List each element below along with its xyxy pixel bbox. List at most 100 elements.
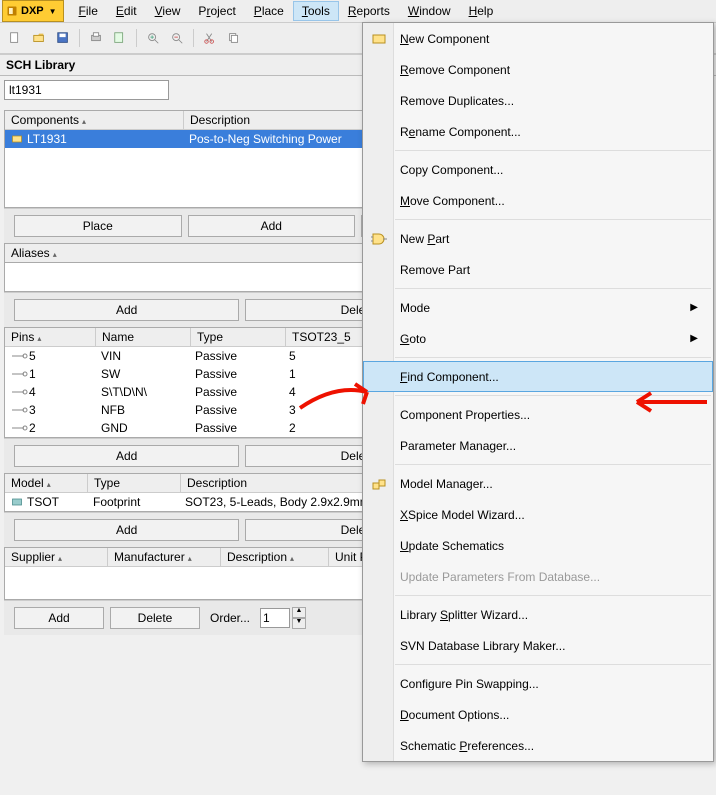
dxp-badge[interactable]: DXP ▼ — [2, 0, 64, 22]
menu-item-copy-component[interactable]: Copy Component... — [363, 154, 713, 185]
menu-item-move-component[interactable]: Move Component... — [363, 185, 713, 216]
pin-name: S\T\D\N\ — [95, 384, 189, 400]
menu-item-label: Goto — [400, 332, 426, 346]
menu-item-update-parameters-from-database: Update Parameters From Database... — [363, 561, 713, 592]
menu-item-label: Mode — [400, 301, 430, 315]
menu-item-rename-component[interactable]: Rename Component... — [363, 116, 713, 147]
menu-reports[interactable]: Reports — [339, 1, 399, 21]
pin-name: GND — [95, 420, 189, 436]
menu-item-label: Configure Pin Swapping... — [400, 677, 539, 691]
submenu-arrow-icon: ▶ — [690, 302, 698, 313]
menu-place[interactable]: Place — [245, 1, 293, 21]
pin-type: Passive — [189, 402, 283, 418]
menu-item-xspice-model-wizard[interactable]: XSpice Model Wizard... — [363, 499, 713, 530]
pin-num: 3 — [29, 403, 36, 417]
gate-icon — [370, 230, 388, 248]
menu-item-configure-pin-swapping[interactable]: Configure Pin Swapping... — [363, 668, 713, 699]
zoom-in-button[interactable] — [142, 27, 164, 49]
menu-item-remove-component[interactable]: Remove Component — [363, 54, 713, 85]
component-icon — [11, 133, 23, 145]
new-doc-button[interactable] — [4, 27, 26, 49]
col-mfr[interactable]: Manufacturer▴ — [108, 548, 221, 566]
app-window: DXP ▼ File Edit View Project Place Tools… — [0, 0, 716, 795]
sort-asc-icon: ▴ — [47, 480, 51, 489]
order-qty-input[interactable] — [260, 608, 290, 628]
menu-separator — [395, 288, 711, 289]
menu-item-update-schematics[interactable]: Update Schematics — [363, 530, 713, 561]
dxp-icon — [6, 5, 18, 17]
model-type: Footprint — [87, 494, 179, 510]
search-input[interactable] — [4, 80, 169, 100]
save-button[interactable] — [52, 27, 74, 49]
delete-button[interactable]: Delete — [110, 607, 200, 629]
pin-num: 4 — [29, 385, 36, 399]
spinner-down-icon[interactable]: ▼ — [292, 618, 306, 629]
menu-item-label: Component Properties... — [400, 408, 530, 422]
pin-icon — [11, 352, 29, 360]
menu-item-label: Find Component... — [400, 370, 499, 384]
menu-project[interactable]: Project — [189, 1, 244, 21]
col-model[interactable]: Model▴ — [5, 474, 88, 492]
menu-view[interactable]: View — [146, 1, 190, 21]
menu-separator — [395, 595, 711, 596]
menu-item-new-part[interactable]: New Part — [363, 223, 713, 254]
col-type[interactable]: Type — [88, 474, 181, 492]
menu-tools[interactable]: Tools — [293, 1, 339, 21]
preview-button[interactable] — [109, 27, 131, 49]
print-button[interactable] — [85, 27, 107, 49]
menu-item-label: Remove Part — [400, 263, 470, 277]
pin-num: 1 — [29, 367, 36, 381]
cut-button[interactable] — [199, 27, 221, 49]
dxp-label: DXP — [21, 5, 44, 17]
menu-separator — [395, 219, 711, 220]
zoom-out-button[interactable] — [166, 27, 188, 49]
menu-edit[interactable]: Edit — [107, 1, 146, 21]
pin-icon — [11, 424, 29, 432]
pin-type: Passive — [189, 420, 283, 436]
add-button[interactable]: Add — [14, 445, 239, 467]
menu-item-parameter-manager[interactable]: Parameter Manager... — [363, 430, 713, 461]
col-type[interactable]: Type — [191, 328, 286, 346]
menu-help[interactable]: Help — [460, 1, 503, 21]
menu-item-label: Model Manager... — [400, 477, 493, 491]
menu-item-new-component[interactable]: New Component — [363, 23, 713, 54]
add-button[interactable]: Add — [14, 299, 239, 321]
copy-button[interactable] — [223, 27, 245, 49]
menu-item-label: SVN Database Library Maker... — [400, 639, 565, 653]
menu-item-mode[interactable]: Mode ▶ — [363, 292, 713, 323]
open-button[interactable] — [28, 27, 50, 49]
col-supplier[interactable]: Supplier▴ — [5, 548, 108, 566]
menu-item-remove-duplicates[interactable]: Remove Duplicates... — [363, 85, 713, 116]
col-component-name[interactable]: Components▴ — [5, 111, 184, 129]
separator — [193, 29, 194, 47]
spinner-up-icon[interactable]: ▲ — [292, 607, 306, 618]
col-pins[interactable]: Pins▴ — [5, 328, 96, 346]
order-qty-spinner[interactable]: ▲ ▼ — [260, 607, 306, 629]
place-button[interactable]: Place — [14, 215, 182, 237]
menu-file[interactable]: File — [70, 1, 107, 21]
add-button[interactable]: Add — [188, 215, 356, 237]
col-name[interactable]: Name — [96, 328, 191, 346]
menu-item-library-splitter-wizard[interactable]: Library Splitter Wizard... — [363, 599, 713, 630]
menu-item-document-options[interactable]: Document Options... — [363, 699, 713, 730]
model-name: TSOT — [27, 495, 59, 509]
menu-item-label: Remove Duplicates... — [400, 94, 514, 108]
menu-item-label: New Component — [400, 32, 489, 46]
menu-item-model-manager[interactable]: Model Manager... — [363, 468, 713, 499]
add-button[interactable]: Add — [14, 607, 104, 629]
menu-window[interactable]: Window — [399, 1, 460, 21]
menu-item-label: Update Parameters From Database... — [400, 570, 600, 584]
col-desc[interactable]: Description▴ — [221, 548, 329, 566]
menu-item-label: Rename Component... — [400, 125, 521, 139]
menu-item-svn-database-library-maker[interactable]: SVN Database Library Maker... — [363, 630, 713, 661]
annotation-arrow-left — [295, 380, 385, 423]
sort-asc-icon: ▴ — [37, 334, 41, 343]
menu-item-remove-part[interactable]: Remove Part — [363, 254, 713, 285]
menubar: DXP ▼ File Edit View Project Place Tools… — [0, 0, 716, 23]
menu-item-label: XSpice Model Wizard... — [400, 508, 525, 522]
menu-item-schematic-preferences[interactable]: Schematic Preferences... — [363, 730, 713, 761]
add-button[interactable]: Add — [14, 519, 239, 541]
boxes-icon — [370, 475, 388, 493]
component-name: LT1931 — [27, 132, 67, 146]
menu-item-goto[interactable]: Goto▶ — [363, 323, 713, 354]
